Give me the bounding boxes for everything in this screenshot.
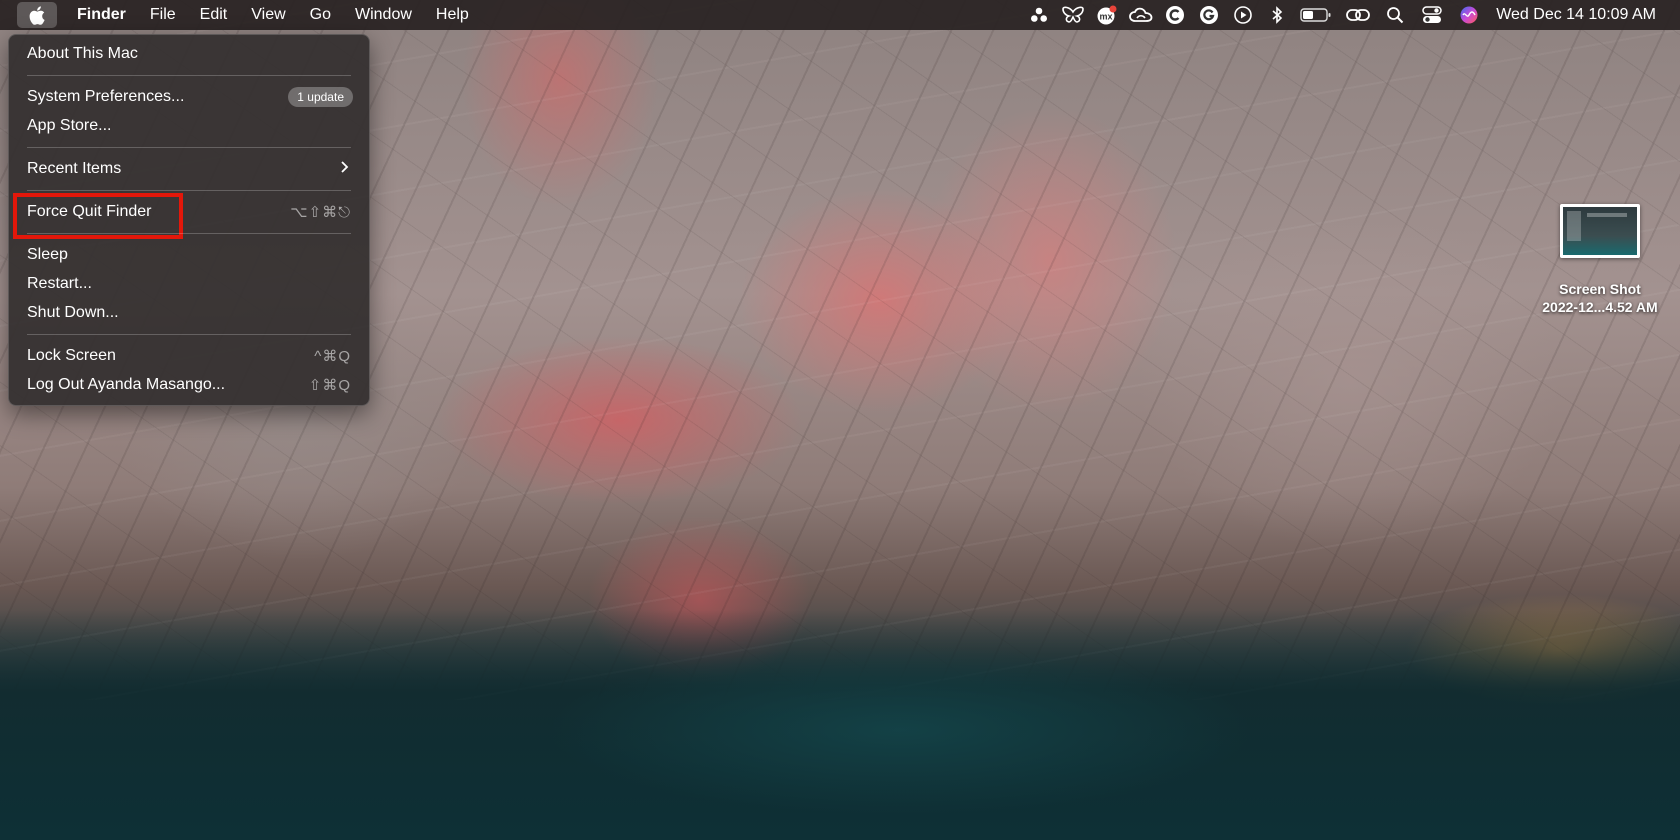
menu-item-system-preferences[interactable]: System Preferences... 1 update bbox=[15, 84, 363, 110]
menubar-clock[interactable]: Wed Dec 14 10:09 AM bbox=[1486, 6, 1680, 24]
play-circle-icon[interactable] bbox=[1226, 0, 1260, 30]
siri-icon[interactable] bbox=[1452, 0, 1486, 30]
link-icon[interactable] bbox=[1338, 0, 1378, 30]
file-name-line-2: 2022-12...4.52 AM bbox=[1542, 299, 1658, 315]
menu-separator bbox=[27, 233, 351, 234]
file-thumbnail bbox=[1560, 204, 1640, 258]
menu-separator bbox=[27, 147, 351, 148]
menu-item-label: About This Mac bbox=[27, 45, 138, 62]
c-circle-icon[interactable] bbox=[1158, 0, 1192, 30]
menu-item-label: App Store... bbox=[27, 117, 112, 134]
menu-view[interactable]: View bbox=[239, 0, 297, 30]
file-name-line-1: Screen Shot bbox=[1559, 281, 1641, 297]
update-badge: 1 update bbox=[288, 87, 353, 107]
menu-item-recent-items[interactable]: Recent Items bbox=[15, 156, 363, 182]
menu-app-finder[interactable]: Finder bbox=[65, 0, 138, 30]
menu-item-label: System Preferences... bbox=[27, 88, 185, 105]
desktop-file-screenshot[interactable]: Screen Shot 2022-12...4.52 AM bbox=[1518, 204, 1680, 316]
keyboard-shortcut: ⌥⇧⌘⎋ bbox=[290, 204, 351, 221]
grammarly-icon[interactable] bbox=[1192, 0, 1226, 30]
chevron-right-icon bbox=[340, 160, 349, 179]
apple-menu-dropdown: About This Mac System Preferences... 1 u… bbox=[8, 34, 370, 406]
menu-window[interactable]: Window bbox=[343, 0, 424, 30]
menu-item-label: Recent Items bbox=[27, 160, 122, 177]
menu-go[interactable]: Go bbox=[298, 0, 343, 30]
menu-edit[interactable]: Edit bbox=[188, 0, 240, 30]
menu-item-shut-down[interactable]: Shut Down... bbox=[15, 300, 363, 326]
svg-text:mx: mx bbox=[1100, 12, 1113, 22]
menu-file[interactable]: File bbox=[138, 0, 188, 30]
wallpaper-water bbox=[0, 610, 1680, 840]
menu-item-label: Lock Screen bbox=[27, 347, 116, 364]
control-center-icon[interactable] bbox=[1412, 0, 1452, 30]
butterfly-icon[interactable] bbox=[1056, 0, 1090, 30]
menu-item-app-store[interactable]: App Store... bbox=[15, 113, 363, 139]
adobe-cloud-icon[interactable] bbox=[1124, 0, 1158, 30]
bluetooth-icon[interactable] bbox=[1260, 0, 1294, 30]
menu-item-label: Shut Down... bbox=[27, 304, 119, 321]
menu-item-label: Log Out Ayanda Masango... bbox=[27, 376, 226, 393]
creative-cloud-dots-icon[interactable] bbox=[1022, 0, 1056, 30]
search-icon[interactable] bbox=[1378, 0, 1412, 30]
menu-item-label: Restart... bbox=[27, 275, 92, 292]
menu-item-label: Sleep bbox=[27, 246, 68, 263]
apple-menu-button[interactable] bbox=[17, 2, 57, 28]
menu-item-restart[interactable]: Restart... bbox=[15, 271, 363, 297]
menu-item-log-out[interactable]: Log Out Ayanda Masango... ⇧⌘Q bbox=[15, 372, 363, 398]
menu-separator bbox=[27, 190, 351, 191]
file-name-label: Screen Shot 2022-12...4.52 AM bbox=[1518, 280, 1680, 316]
menu-item-sleep[interactable]: Sleep bbox=[15, 242, 363, 268]
apple-logo-icon bbox=[29, 5, 45, 25]
menu-item-lock-screen[interactable]: Lock Screen ^⌘Q bbox=[15, 343, 363, 369]
menu-separator bbox=[27, 334, 351, 335]
battery-icon[interactable] bbox=[1294, 0, 1338, 30]
keyboard-shortcut: ⇧⌘Q bbox=[308, 377, 351, 394]
menu-item-about-this-mac[interactable]: About This Mac bbox=[15, 41, 363, 67]
menu-separator bbox=[27, 75, 351, 76]
mx-icon[interactable]: mx bbox=[1090, 0, 1124, 30]
menu-bar: Finder File Edit View Go Window Help mx bbox=[0, 0, 1680, 30]
keyboard-shortcut: ^⌘Q bbox=[314, 348, 351, 365]
menu-help[interactable]: Help bbox=[424, 0, 481, 30]
